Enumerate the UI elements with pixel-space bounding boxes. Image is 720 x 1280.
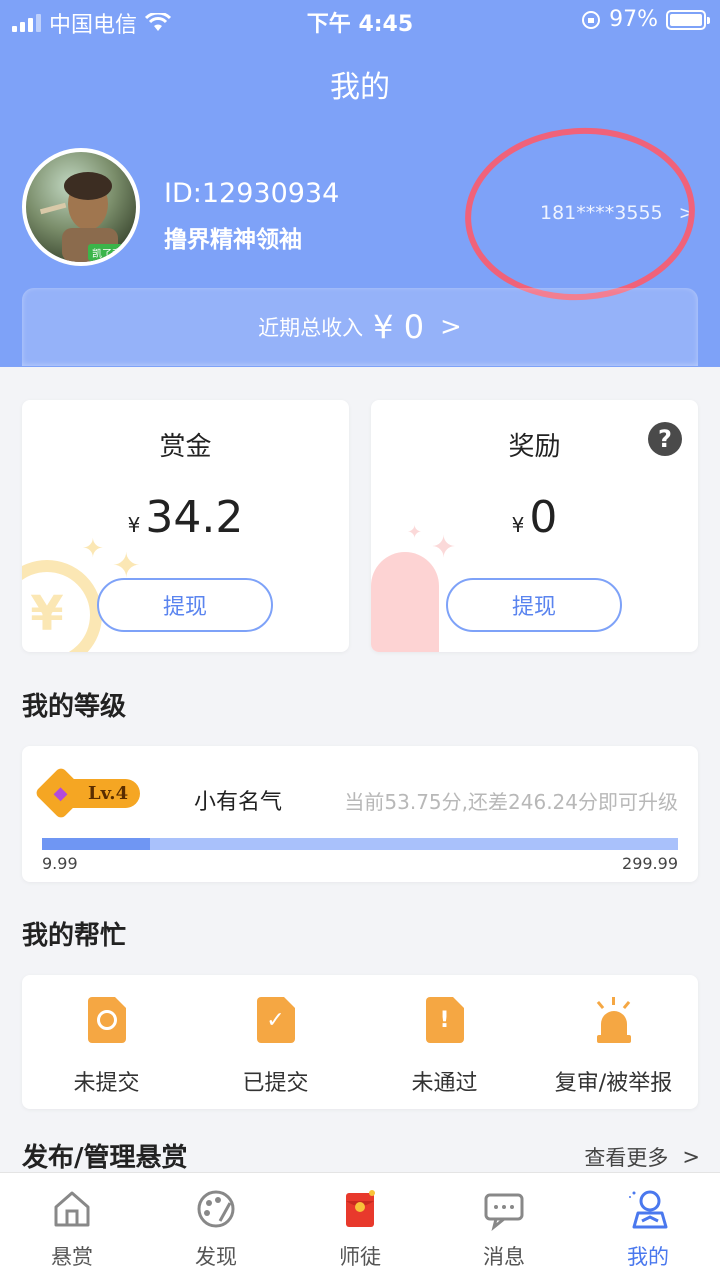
see-more-label: 查看更多: [584, 1146, 669, 1170]
bounty-card: ¥ ✦ ✦ 赏金 ¥ 34.2 提现: [22, 400, 349, 652]
avatar-badge: 凯了旁: [88, 244, 126, 261]
palette-icon: [192, 1185, 240, 1233]
status-bar: 中国电信 下午 4:45 97%: [0, 0, 720, 40]
level-range-min: 9.99: [42, 854, 78, 873]
help-item-label: 复审/被举报: [554, 1071, 673, 1096]
bounty-title: 赏金: [159, 432, 212, 462]
profile-header: 中国电信 下午 4:45 97% 我的 凯了旁 ID:12930934 撸界精神…: [0, 0, 720, 367]
level-section-title: 我的等级: [22, 692, 127, 722]
reward-card: ✦ ✦ 奖励 ? ¥ 0 提现: [371, 400, 698, 652]
red-envelope-icon: [336, 1185, 384, 1233]
battery-percent: 97%: [609, 7, 658, 32]
house-icon: [48, 1185, 96, 1233]
level-progress-fill: [42, 838, 151, 850]
bounty-amount: ¥ 34.2: [22, 492, 349, 543]
user-id: ID:12930934: [164, 178, 340, 209]
annotation-circle: [459, 120, 701, 308]
page-title: 我的: [330, 70, 390, 105]
income-value: ¥ 0: [373, 308, 425, 346]
help-card: 未提交 ✓ 已提交 ! 未通过 复审/被举报: [22, 975, 698, 1109]
help-section-title: 我的帮忙: [22, 921, 127, 951]
level-name: 小有名气: [194, 790, 283, 815]
chevron-right-icon: >: [682, 1145, 700, 1169]
reward-value: 0: [529, 492, 558, 543]
question-mark-icon[interactable]: ?: [648, 422, 682, 456]
user-title: 撸界精神领袖: [164, 227, 302, 253]
level-progress-bar: [42, 838, 678, 850]
person-icon: [624, 1185, 672, 1233]
tab-discover[interactable]: 发现: [144, 1173, 288, 1280]
income-label: 近期总收入: [258, 316, 364, 340]
help-item-label: 已提交: [242, 1071, 309, 1096]
publish-section-title: 发布/管理悬赏: [22, 1143, 188, 1173]
bounty-value: 34.2: [145, 492, 244, 543]
chat-bubble-icon: [480, 1185, 528, 1233]
level-range-max: 299.99: [622, 854, 678, 873]
currency-symbol: ¥: [511, 513, 525, 537]
reward-amount: ¥ 0: [371, 492, 698, 543]
help-item-submitted[interactable]: ✓ 已提交: [191, 975, 360, 1109]
chevron-right-icon: >: [440, 312, 462, 342]
clock-document-icon: [87, 997, 126, 1043]
orientation-lock-icon: [582, 10, 601, 29]
tab-messages[interactable]: 消息: [432, 1173, 576, 1280]
tab-label: 发现: [195, 1245, 237, 1269]
bottom-tab-bar: 悬赏 发现 师徒 消息 我的: [0, 1172, 720, 1280]
tab-label: 师徒: [339, 1245, 381, 1269]
see-more-link[interactable]: 查看更多 >: [584, 1142, 700, 1172]
exclamation-document-icon: !: [425, 997, 464, 1043]
help-item-label: 未通过: [411, 1071, 478, 1096]
battery-icon: [666, 9, 710, 30]
avatar[interactable]: 凯了旁: [22, 148, 140, 266]
recent-income-bar[interactable]: 近期总收入 ¥ 0 >: [22, 288, 698, 366]
tab-label: 悬赏: [51, 1245, 93, 1269]
level-badge: ◆ Lv.4: [34, 766, 141, 820]
help-item-unsubmitted[interactable]: 未提交: [22, 975, 191, 1109]
level-card[interactable]: ◆ Lv.4 小有名气 当前53.75分,还差246.24分即可升级 9.99 …: [22, 746, 698, 882]
tab-label: 消息: [483, 1245, 525, 1269]
red-envelope-decoration-icon: [371, 552, 439, 652]
help-item-rejected[interactable]: ! 未通过: [360, 975, 529, 1109]
check-document-icon: ✓: [256, 997, 295, 1043]
tab-label: 我的: [627, 1245, 669, 1269]
reward-withdraw-button[interactable]: 提现: [446, 578, 622, 632]
tab-mentor[interactable]: 师徒: [288, 1173, 432, 1280]
tab-me[interactable]: 我的: [576, 1173, 720, 1280]
help-item-label: 未提交: [73, 1071, 140, 1096]
diamond-icon: ◆: [34, 766, 88, 820]
bounty-withdraw-button[interactable]: 提现: [97, 578, 273, 632]
currency-symbol: ¥: [127, 513, 141, 537]
help-item-review-reported[interactable]: 复审/被举报: [529, 975, 698, 1109]
tab-bounty[interactable]: 悬赏: [0, 1173, 144, 1280]
coin-decoration-icon: ¥: [22, 560, 102, 652]
level-description: 当前53.75分,还差246.24分即可升级: [344, 790, 678, 814]
alarm-light-icon: [593, 997, 635, 1043]
